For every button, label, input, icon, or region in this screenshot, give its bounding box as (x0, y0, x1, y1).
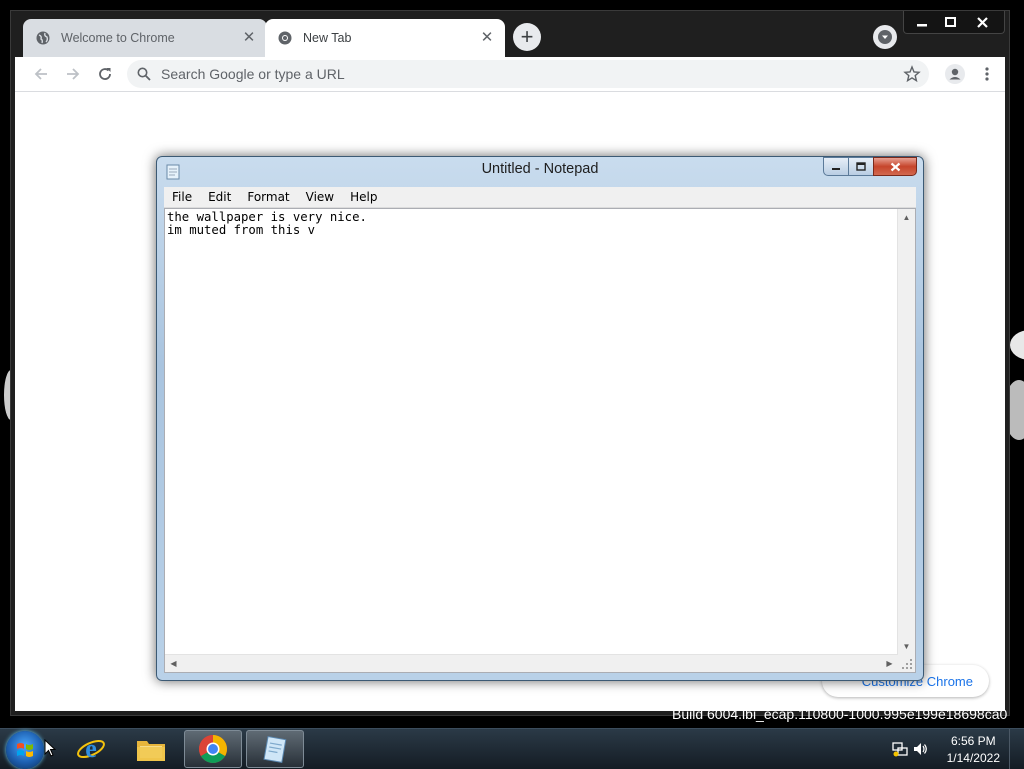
notepad-text[interactable]: the wallpaper is very nice. im muted fro… (167, 211, 897, 654)
chrome-icon (277, 30, 293, 46)
menu-view[interactable]: View (298, 190, 342, 204)
close-icon (976, 16, 988, 28)
tab-title: New Tab (303, 31, 352, 45)
notepad-window-controls (823, 157, 917, 177)
new-tab-button[interactable]: + (513, 23, 541, 51)
omnibox[interactable] (127, 60, 929, 88)
plus-icon: + (520, 24, 534, 49)
globe-icon (35, 30, 51, 46)
more-vert-icon (985, 67, 989, 81)
taskbar-google-chrome[interactable] (184, 730, 242, 768)
maximize-icon (944, 17, 956, 27)
restore-icon (856, 162, 866, 171)
notepad-title: Untitled - Notepad (481, 161, 599, 177)
forward-arrow-icon (67, 68, 80, 80)
omnibox-input[interactable] (159, 65, 929, 83)
back-button[interactable] (29, 62, 53, 86)
minimize-button[interactable] (908, 11, 936, 33)
clock[interactable]: 6:56 PM 1/14/2022 (947, 733, 1000, 767)
chevron-down-icon (878, 30, 892, 44)
system-tray: 6:56 PM 1/14/2022 (886, 729, 1024, 769)
taskbar-notepad[interactable] (246, 730, 304, 768)
search-icon (137, 67, 151, 81)
browser-toolbar (15, 57, 1005, 92)
network-icon[interactable] (892, 741, 908, 757)
taskbar-internet-explorer[interactable]: e (62, 730, 120, 768)
back-arrow-icon (34, 68, 47, 80)
menu-file[interactable]: File (164, 190, 200, 204)
scroll-down-icon[interactable]: ▼ (898, 638, 915, 655)
scroll-left-icon[interactable]: ◀ (165, 655, 182, 672)
bookmark-star-icon[interactable] (903, 65, 921, 83)
tab-search-button[interactable] (873, 25, 897, 49)
horizontal-scrollbar[interactable]: ◀ ▶ (165, 654, 898, 672)
notepad-minimize-button[interactable] (823, 157, 849, 176)
reload-button[interactable] (93, 62, 117, 86)
volume-icon[interactable] (912, 741, 928, 757)
tab-title: Welcome to Chrome (61, 31, 175, 45)
close-icon (890, 162, 900, 171)
menu-format[interactable]: Format (239, 190, 297, 204)
avatar-icon (945, 64, 965, 84)
tab-new-tab[interactable]: New Tab ✕ (265, 19, 505, 57)
close-button[interactable] (968, 11, 996, 33)
windows-logo-icon (17, 743, 33, 757)
notepad-maximize-button[interactable] (848, 157, 874, 176)
tab-strip: Welcome to Chrome ✕ New Tab ✕ + (11, 11, 1009, 57)
menu-help[interactable]: Help (342, 190, 385, 204)
profile-button[interactable] (943, 62, 967, 86)
build-watermark: Build 6004.lbi_ecap.110800-1000.995e199e… (672, 706, 1008, 722)
internet-explorer-icon: e (77, 734, 105, 763)
minimize-icon (832, 167, 840, 170)
taskbar-windows-explorer[interactable] (122, 730, 180, 768)
maximize-button[interactable] (936, 11, 964, 33)
notepad-window: Untitled - Notepad File Edit Format View… (156, 156, 924, 681)
taskbar: e 6:56 PM 1/14/2022 (0, 728, 1024, 769)
folder-icon (137, 741, 165, 761)
vertical-scrollbar[interactable]: ▲ ▼ (897, 209, 915, 655)
tab-welcome-to-chrome[interactable]: Welcome to Chrome ✕ (23, 19, 267, 57)
mouse-cursor-icon (44, 739, 56, 757)
notepad-menubar: File Edit Format View Help (164, 187, 916, 208)
notepad-icon (263, 736, 287, 763)
scroll-right-icon[interactable]: ▶ (881, 655, 898, 672)
show-desktop-button[interactable] (1009, 729, 1024, 769)
close-tab-icon[interactable]: ✕ (479, 30, 495, 46)
scroll-up-icon[interactable]: ▲ (898, 209, 915, 226)
reload-icon (99, 68, 111, 80)
chrome-icon (199, 735, 227, 763)
notepad-close-button[interactable] (873, 157, 917, 176)
svg-text:e: e (85, 734, 97, 763)
notepad-edit-area: the wallpaper is very nice. im muted fro… (164, 208, 916, 673)
minimize-icon (917, 24, 927, 27)
window-controls (903, 11, 1005, 34)
chrome-menu-button[interactable] (975, 62, 999, 86)
menu-edit[interactable]: Edit (200, 190, 239, 204)
forward-button[interactable] (61, 62, 85, 86)
clock-time: 6:56 PM (950, 734, 996, 748)
close-tab-icon[interactable]: ✕ (241, 30, 257, 46)
start-button[interactable] (6, 731, 44, 769)
resize-grip[interactable] (898, 655, 915, 672)
wallpaper-shape (1010, 330, 1024, 360)
clock-date: 1/14/2022 (946, 751, 1000, 765)
resize-grip-icon (902, 659, 912, 669)
